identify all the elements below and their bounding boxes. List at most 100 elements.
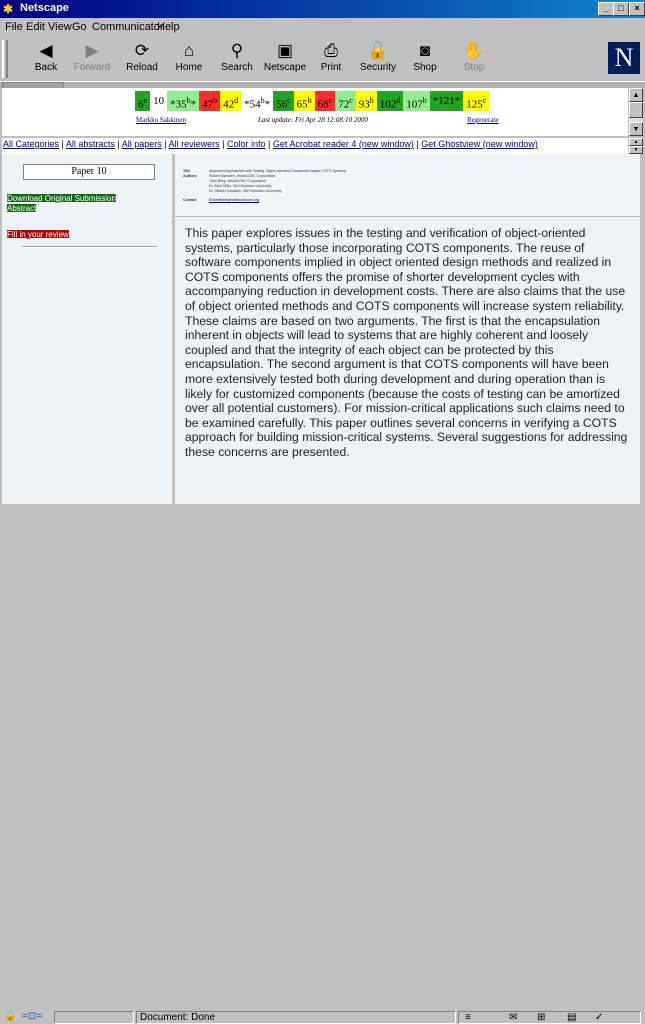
minimize-button[interactable]: _ [598, 2, 614, 16]
search-button[interactable]: ⚲ Search [214, 40, 260, 80]
top-frame-scrollbar[interactable]: ▲ ▼ [629, 88, 643, 136]
print-button[interactable]: ⎙ Print [308, 40, 354, 80]
close-button[interactable]: × [629, 2, 645, 16]
score-mark: * [454, 95, 461, 107]
paper-title: Paper 10 [23, 164, 155, 180]
score-cell[interactable]: 10 [150, 91, 168, 111]
meta-value: John Berg, WorldCOM, Corporation [209, 179, 266, 183]
score-grade: c [328, 96, 333, 105]
composer-icon[interactable]: ▤ [567, 1012, 576, 1023]
scroll-down-icon[interactable]: ▼ [629, 146, 643, 154]
score-cell[interactable]: 107b [403, 91, 430, 111]
nav-link[interactable]: Get Ghostview (new window) [421, 139, 538, 149]
toolbar-tab-strip [0, 81, 645, 89]
menu-communicator[interactable]: Communicator [92, 21, 164, 33]
toolbar-label: Shop [413, 62, 437, 73]
meta-value: Dr. Alice Wills, Old Dominion University [209, 184, 272, 188]
meta-row: Contact RobertMarsden@worldcom.org [183, 198, 259, 202]
score-cell[interactable]: 68c [314, 91, 336, 111]
menu-edit[interactable]: Edit [26, 21, 45, 33]
meta-value[interactable]: RobertMarsden@worldcom.org [209, 198, 259, 202]
toolbar-label: Home [175, 62, 203, 73]
score-cell[interactable]: 65b [293, 91, 315, 111]
score-grade: c [482, 96, 487, 105]
toolbar-check-icon[interactable]: ✓ [595, 1012, 603, 1023]
netscape-logo[interactable]: N [608, 42, 640, 74]
menu-bar: File Edit View Go Communicator Help [0, 18, 645, 36]
netscape-button[interactable]: ▣ Netscape [262, 40, 308, 80]
nav-link[interactable]: Get Acrobat reader 4 (new window) [273, 139, 414, 149]
score-cell[interactable]: *121* [429, 91, 464, 111]
meta-key: Authors [183, 174, 197, 178]
score-cell[interactable]: 47b [199, 91, 221, 111]
toolbar-grip[interactable] [2, 40, 8, 78]
score-value: 72 [338, 98, 350, 111]
score-value: 47 [202, 98, 214, 111]
score-cell[interactable]: 42d [220, 91, 242, 111]
nav-link[interactable]: All papers [122, 139, 162, 149]
scroll-up-icon[interactable]: ▲ [629, 88, 643, 102]
nav-link[interactable]: All Categories [3, 139, 59, 149]
score-value: 65 [296, 98, 308, 111]
status-bar: 🔓 =⊡= Document: Done ≡ ✉ ⊞ ▤ ✓ [0, 505, 645, 1024]
score-grade: b [213, 96, 218, 105]
score-value: 10 [153, 95, 165, 107]
security-icon[interactable]: 🔓 [4, 1011, 16, 1022]
score-cell[interactable]: 6c [135, 91, 151, 111]
scroll-down-icon[interactable]: ▼ [629, 122, 643, 136]
score-cell[interactable]: 56c [273, 91, 294, 111]
download-submission-link[interactable]: Download Original Submission [7, 194, 116, 203]
score-cell[interactable]: 93b [355, 91, 377, 111]
nav-link[interactable]: All reviewers [169, 139, 220, 149]
score-grade: b [369, 96, 374, 105]
security-button[interactable]: 🔓 Security [355, 40, 401, 80]
home-icon: ⌂ [183, 41, 195, 60]
meta-key: Contact [183, 198, 197, 202]
menu-help[interactable]: Help [157, 21, 180, 33]
score-frame: 6c 10 *35b* 47b 42d *54b* 56c 65b 68c 72c 93b 102d 1… [2, 88, 628, 136]
scroll-thumb[interactable] [629, 102, 643, 118]
left-frame: Paper 10 Download Original Submission Ab… [2, 154, 172, 504]
score-value: 102 [379, 98, 397, 111]
score-value: 93 [358, 98, 370, 111]
menu-go[interactable]: Go [72, 21, 87, 33]
link-separator: | [161, 139, 169, 149]
nav-link[interactable]: Color info [227, 139, 266, 149]
mail-icon[interactable]: ✉ [509, 1012, 517, 1023]
score-cell[interactable]: *54b* [241, 91, 274, 111]
toolbar-label: Stop [463, 62, 485, 73]
regenerate-link[interactable]: Regenerate [467, 116, 498, 124]
score-cell[interactable]: 102d [376, 91, 404, 111]
person-link[interactable]: Markku Sakkinen [136, 116, 186, 124]
abstract-link[interactable]: Abstract [7, 204, 37, 213]
fill-review-link[interactable]: Fill in your review [7, 230, 69, 239]
score-row: 6c 10 *35b* 47b 42d *54b* 56c 65b 68c 72c 93b 102d 1… [135, 91, 490, 111]
netscape-wheel-icon: ✱ [3, 2, 14, 16]
reload-icon: ⟳ [134, 41, 150, 60]
score-value: *121 [432, 95, 455, 107]
component-bar-icon[interactable]: ≡ [465, 1012, 471, 1023]
connection-icon: =⊡= [22, 1011, 43, 1022]
back-button[interactable]: ◀ Back [23, 40, 69, 80]
last-update-text: Last update: Fri Apr 28 12:08:10 2000 [258, 116, 368, 124]
discussion-icon[interactable]: ⊞ [537, 1012, 545, 1023]
score-grade: b [307, 96, 312, 105]
nav-frame-scrollbar[interactable]: ▲ ▼ [629, 138, 643, 154]
forward-button[interactable]: ▶ Forward [69, 40, 115, 80]
nav-links: All Categories | All abstracts | All pap… [3, 139, 538, 149]
home-button[interactable]: ⌂ Home [166, 40, 212, 80]
nav-link[interactable]: All abstracts [66, 139, 115, 149]
stop-button[interactable]: ✋ Stop [451, 40, 497, 80]
reload-button[interactable]: ⟳ Reload [119, 40, 165, 80]
score-cell[interactable]: *35b* [167, 91, 200, 111]
score-value: 56 [276, 98, 288, 111]
forward-arrow-icon: ▶ [85, 41, 99, 60]
scroll-up-icon[interactable]: ▲ [629, 138, 643, 146]
score-cell[interactable]: 72c [335, 91, 356, 111]
menu-view[interactable]: View [48, 21, 72, 33]
maximize-button[interactable]: □ [613, 2, 629, 16]
score-cell[interactable]: 125c [463, 91, 490, 111]
shop-button[interactable]: ◙ Shop [402, 40, 448, 80]
title-bar: ✱ Netscape _ □ × [0, 0, 645, 18]
menu-file[interactable]: File [5, 21, 23, 33]
